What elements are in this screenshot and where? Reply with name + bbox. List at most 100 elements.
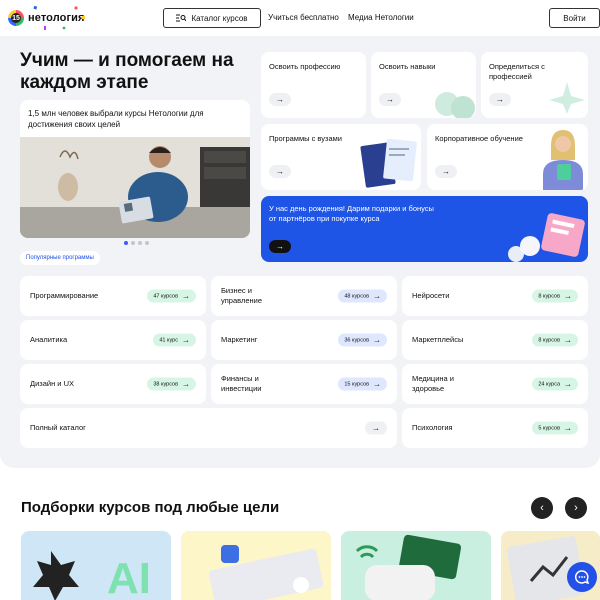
sparkle-icon <box>549 82 585 114</box>
carousel-prev-button[interactable]: ‹ <box>531 497 553 519</box>
ai-illustration: AI <box>33 551 151 600</box>
promo-photo <box>20 137 250 238</box>
tile-label: Корпоративное обучение <box>435 134 523 143</box>
arrow-icon: → <box>269 240 291 253</box>
tile-choose-profession[interactable]: Определиться с профессией → <box>481 52 588 118</box>
popular-programs-tag[interactable]: Популярные программы <box>20 251 100 265</box>
category-full-catalog[interactable]: Полный каталог → <box>20 408 397 448</box>
carousel-dot[interactable] <box>145 241 149 245</box>
category-finance[interactable]: Финансы и инвестиции 15 курсов → <box>211 364 397 404</box>
wallet-illustration <box>355 534 462 600</box>
catalog-button[interactable]: Каталог курсов <box>163 8 261 28</box>
tile-corporate-training[interactable]: Корпоративное обучение → <box>427 124 588 190</box>
birthday-text: У нас день рождения! Дарим подарки и бон… <box>269 204 434 223</box>
arrow-icon: → <box>379 93 401 106</box>
collection-card-ai[interactable]: AI <box>21 531 171 600</box>
birthday-banner[interactable]: У нас день рождения! Дарим подарки и бон… <box>261 196 588 262</box>
diploma-illustration <box>360 138 417 188</box>
arrow-icon: → <box>489 93 511 106</box>
course-count: 8 курсов <box>538 337 560 343</box>
category-neural-networks[interactable]: Нейросети 8 курсов → <box>402 276 588 316</box>
category-label: Маркетинг <box>221 335 258 344</box>
promo-card[interactable]: 1,5 млн человек выбрали курсы Нетологии … <box>20 100 250 238</box>
logo-badge: 15 <box>8 10 24 26</box>
arrow-icon: → <box>564 423 572 433</box>
arrow-icon: → <box>373 335 381 345</box>
carousel-dot[interactable] <box>131 241 135 245</box>
arrow-icon: → <box>564 335 572 345</box>
collection-card-wallet[interactable] <box>341 531 491 600</box>
confetti-decoration <box>33 5 85 30</box>
course-count-badge: 38 курсов → <box>147 377 196 391</box>
course-count-badge: 36 курсов → <box>338 333 387 347</box>
category-label: Дизайн и UX <box>30 379 74 388</box>
category-label: Маркетплейсы <box>412 335 464 344</box>
course-count-badge: 5 курсов → <box>532 421 578 435</box>
course-count: 48 курсов <box>344 293 369 299</box>
arrow-icon: → <box>435 165 457 178</box>
chat-icon <box>574 570 590 585</box>
course-count-badge: 48 курсов → <box>338 289 387 303</box>
course-count: 15 курсов <box>344 381 369 387</box>
category-label: Аналитика <box>30 335 68 344</box>
category-label: Медицина и здоровье <box>412 374 454 393</box>
arrow-icon: → <box>564 291 572 301</box>
course-count-badge: 15 курсов → <box>338 377 387 391</box>
category-marketing[interactable]: Маркетинг 36 курсов → <box>211 320 397 360</box>
course-count: 41 курс <box>159 337 178 343</box>
nav-media[interactable]: Медиа Нетологии <box>348 13 414 22</box>
arrow-icon: → <box>372 423 380 433</box>
carousel-dot[interactable] <box>138 241 142 245</box>
tile-university-programs[interactable]: Программы с вузами → <box>261 124 421 190</box>
category-medicine[interactable]: Медицина и здоровье 24 курса → <box>402 364 588 404</box>
full-catalog-arrow: → <box>365 421 387 435</box>
login-button[interactable]: Войти <box>549 8 600 28</box>
chat-button[interactable] <box>567 562 597 592</box>
arrow-icon: → <box>182 379 190 389</box>
tile-label: Освоить навыки <box>379 62 436 71</box>
skills-illustration <box>435 92 475 118</box>
course-count: 24 курса <box>538 381 560 387</box>
arrow-icon: → <box>373 291 381 301</box>
course-count: 36 курсов <box>344 337 369 343</box>
category-analytics[interactable]: Аналитика 41 курс → <box>20 320 206 360</box>
collection-card-keyboard[interactable] <box>181 531 331 600</box>
carousel-next-button[interactable]: › <box>565 497 587 519</box>
category-label: Нейросети <box>412 291 450 300</box>
student-laptop-illustration <box>20 137 250 238</box>
tile-label: Программы с вузами <box>269 134 342 143</box>
category-label: Финансы и инвестиции <box>221 374 262 393</box>
keyboard-illustration <box>208 545 324 600</box>
svg-text:AI: AI <box>107 554 151 600</box>
woman-illustration <box>543 130 583 190</box>
arrow-icon: → <box>564 379 572 389</box>
nav-learn-free[interactable]: Учиться бесплатно <box>268 13 339 22</box>
logo-badge-number: 15 <box>11 13 21 23</box>
category-psychology[interactable]: Психология 5 курсов → <box>402 408 588 448</box>
arrow-icon: → <box>182 291 190 301</box>
course-count-badge: 8 курсов → <box>532 289 578 303</box>
arrow-icon: → <box>269 165 291 178</box>
category-programming[interactable]: Программирование 47 курсов → <box>20 276 206 316</box>
tile-label: Освоить профессию <box>269 62 341 71</box>
tile-master-skills[interactable]: Освоить навыки → <box>371 52 476 118</box>
arrow-icon: → <box>373 379 381 389</box>
collections-title: Подборки курсов под любые цели <box>21 499 280 516</box>
catalog-search-icon <box>176 14 187 22</box>
course-count: 47 курсов <box>153 293 178 299</box>
header: 15 нетология Каталог курсов Учиться бесп… <box>0 0 600 36</box>
category-marketplaces[interactable]: Маркетплейсы 8 курсов → <box>402 320 588 360</box>
category-business[interactable]: Бизнес и управление 48 курсов → <box>211 276 397 316</box>
carousel-dot[interactable] <box>124 241 128 245</box>
tile-label: Определиться с профессией <box>489 62 545 81</box>
category-label: Полный каталог <box>30 423 86 432</box>
course-count: 38 курсов <box>153 381 178 387</box>
tile-master-profession[interactable]: Освоить профессию → <box>261 52 366 118</box>
course-count-badge: 8 курсов → <box>532 333 578 347</box>
course-count-badge: 41 курс → <box>153 333 196 347</box>
course-count: 8 курсов <box>538 293 560 299</box>
catalog-label: Каталог курсов <box>191 13 248 23</box>
course-count-badge: 47 курсов → <box>147 289 196 303</box>
category-design-ux[interactable]: Дизайн и UX 38 курсов → <box>20 364 206 404</box>
course-count: 5 курсов <box>538 425 560 431</box>
